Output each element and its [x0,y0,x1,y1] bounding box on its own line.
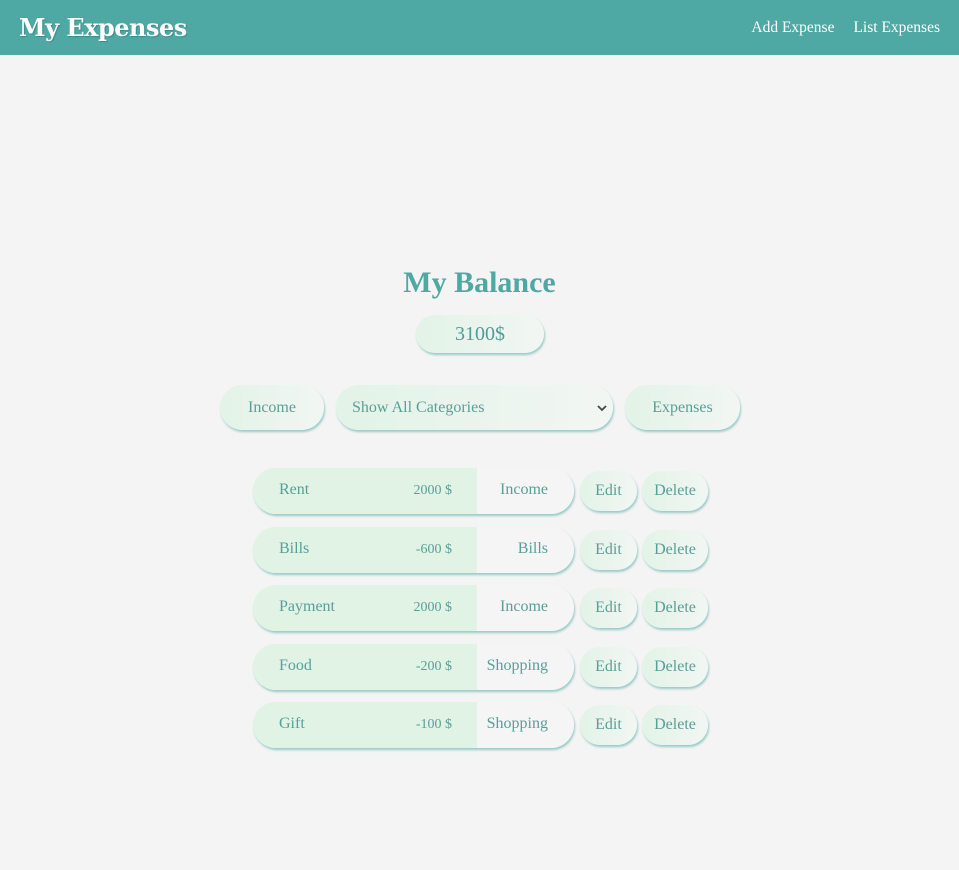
expense-name: Bills [279,540,310,557]
expense-category: Bills [517,540,548,557]
expense-category: Shopping [486,715,548,732]
balance-title: My Balance [403,266,556,299]
expense-amount: -100 $ [415,717,452,732]
delete-button[interactable]: Delete [642,705,708,745]
expense-category: Shopping [486,657,548,674]
edit-button[interactable]: Edit [580,471,637,511]
expense-name: Rent [279,481,310,498]
category-select[interactable]: Show All Categories [336,385,613,430]
filter-expenses-button[interactable]: Expenses [625,385,740,430]
expense-amount: -200 $ [415,659,452,674]
expense-item: Food -200 $ Shopping [253,644,574,690]
expense-category: Income [500,481,548,498]
expense-row: Gift -100 $ Shopping Edit Delete [253,702,708,748]
expense-row: Bills -600 $ Bills Edit Delete [253,527,708,573]
expense-row: Rent 2000 $ Income Edit Delete [253,468,708,514]
expense-amount: -600 $ [415,542,452,557]
edit-button[interactable]: Edit [580,647,637,687]
expense-item: Gift -100 $ Shopping [253,702,574,748]
nav-list-expenses-link[interactable]: List Expenses [853,19,940,37]
edit-button[interactable]: Edit [580,588,637,628]
expense-row: Payment 2000 $ Income Edit Delete [253,585,708,631]
delete-button[interactable]: Delete [642,530,708,570]
category-select-value: Show All Categories [352,398,485,416]
expense-name: Food [279,657,312,674]
nav-links: Add Expense List Expenses [751,19,940,37]
top-navbar: My Expenses Add Expense List Expenses [0,0,959,55]
edit-button[interactable]: Edit [580,705,637,745]
expense-amount: 2000 $ [413,600,453,615]
edit-button[interactable]: Edit [580,530,637,570]
expense-category: Income [500,598,548,615]
expense-item: Rent 2000 $ Income [253,468,574,514]
delete-button[interactable]: Delete [642,647,708,687]
delete-button[interactable]: Delete [642,588,708,628]
expense-name: Gift [279,715,305,732]
chevron-down-icon [597,404,607,411]
expense-amount: 2000 $ [413,483,453,498]
expense-item: Payment 2000 $ Income [253,585,574,631]
balance-value: 3100$ [416,315,544,353]
delete-button[interactable]: Delete [642,471,708,511]
expense-name: Payment [279,598,335,615]
brand-title[interactable]: My Expenses [19,13,187,42]
expense-row: Food -200 $ Shopping Edit Delete [253,644,708,690]
expense-item: Bills -600 $ Bills [253,527,574,573]
filter-income-button[interactable]: Income [220,385,324,430]
nav-add-expense-link[interactable]: Add Expense [751,19,834,37]
